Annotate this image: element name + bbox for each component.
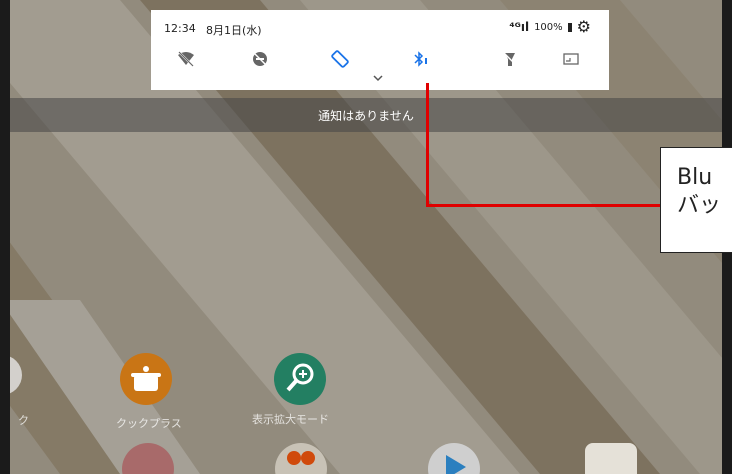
callout-line-vertical (426, 83, 429, 207)
partial-app-label: ク (18, 414, 29, 427)
cookplus-label: クックプラス (116, 417, 182, 430)
widget-app-icon[interactable] (585, 443, 637, 474)
battery-percent: 100% (534, 21, 563, 33)
callout-line-2: バッ (677, 193, 722, 218)
magnifier-icon (274, 353, 326, 405)
magnifier-label: 表示拡大モード (252, 413, 329, 426)
no-notifications-bar: 通知はありません (10, 98, 722, 132)
battery-icon (567, 22, 572, 32)
cookplus-icon (120, 353, 172, 405)
bluetooth-icon[interactable] (406, 47, 434, 71)
status-icons: ⁴ᴳıl 100% ⚙ (509, 19, 591, 35)
signal-icon: ⁴ᴳıl (509, 20, 530, 34)
callout-box: Blu バッ (660, 147, 732, 253)
screen: ク クックプラス 表示拡大モード 通知はありません 12:34 8月1日(水) … (0, 0, 732, 474)
quick-settings-panel: 12:34 8月1日(水) ⁴ᴳıl 100% ⚙ (151, 10, 609, 90)
home-app-cookplus[interactable]: クックプラス (108, 350, 188, 430)
home-app-magnifier[interactable]: 表示拡大モード (248, 350, 348, 430)
play-store-icon[interactable] (428, 443, 480, 474)
chevron-down-icon[interactable] (372, 73, 384, 83)
dots-app-icon[interactable] (275, 443, 327, 474)
clock: 12:34 (164, 22, 196, 35)
auto-rotate-icon[interactable] (326, 47, 354, 71)
do-not-disturb-off-icon[interactable] (246, 47, 274, 71)
no-notifications-text: 通知はありません (318, 108, 414, 123)
wifi-off-icon[interactable] (172, 47, 200, 71)
callout-line-horizontal (426, 204, 662, 207)
callout-line-1: Blu (677, 165, 713, 190)
settings-gear-icon[interactable]: ⚙ (577, 19, 591, 35)
date: 8月1日(水) (206, 24, 262, 37)
flashlight-off-icon[interactable] (496, 47, 524, 71)
cast-icon[interactable] (557, 47, 585, 71)
left-bezel (0, 0, 10, 474)
